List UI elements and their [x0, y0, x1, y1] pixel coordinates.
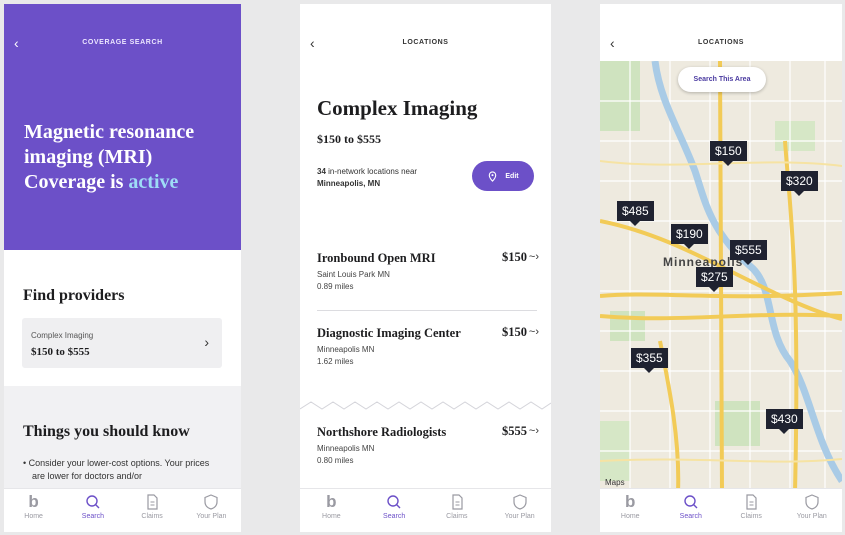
nav-title: COVERAGE SEARCH — [82, 39, 163, 46]
location-distance: 0.80 miles — [317, 456, 354, 465]
locations-map-screen: ‹ LOCATIONS Search This Area Minneapolis… — [600, 4, 842, 532]
map-price-pin[interactable]: $430 — [766, 409, 803, 434]
tab-label: Claims — [141, 513, 163, 520]
tab-home[interactable]: b Home — [9, 492, 59, 521]
map-price-pin[interactable]: $555 — [730, 240, 767, 265]
location-count-text: 34 in-network locations near Minneapolis… — [317, 166, 477, 190]
tab-claims[interactable]: Claims — [127, 493, 177, 520]
location-price: $555 — [502, 424, 527, 438]
find-providers-heading: Find providers — [23, 287, 125, 304]
map-price-pin[interactable]: $485 — [617, 201, 654, 226]
b-logo-icon: b — [28, 492, 39, 511]
chevron-right-icon: › — [204, 334, 209, 350]
tab-search[interactable]: Search — [666, 493, 716, 520]
tab-claims[interactable]: Claims — [432, 493, 482, 520]
search-icon — [86, 495, 100, 509]
tab-label: Search — [679, 513, 702, 520]
location-name: Diagnostic Imaging Center — [317, 326, 461, 340]
coverage-hero: ‹ COVERAGE SEARCH Magnetic resonance ima… — [4, 4, 241, 250]
location-price: $150 — [502, 325, 527, 339]
nav-title: LOCATIONS — [402, 39, 449, 46]
tab-label: Search — [383, 513, 406, 520]
chevron-right-icon: ~› — [528, 251, 539, 263]
price-range: $150 to $555 — [317, 132, 381, 146]
map-view[interactable]: Search This Area Minneapolis $150 $320 $… — [600, 61, 842, 492]
coverage-active-word: active — [128, 171, 179, 193]
things-to-know-text: • Consider your lower-cost options. Your… — [23, 458, 210, 481]
map-price-pin[interactable]: $320 — [781, 171, 818, 196]
things-to-know-section: Things you should know • Consider your l… — [4, 386, 241, 496]
coverage-status-title: Magnetic resonance imaging (MRI) Coverag… — [24, 120, 234, 195]
page-title: Complex Imaging — [317, 96, 478, 120]
tab-your-plan[interactable]: Your Plan — [787, 493, 837, 520]
card-price-range: $150 to $555 — [31, 346, 90, 358]
b-logo-icon: b — [326, 492, 337, 511]
tab-search[interactable]: Search — [68, 493, 118, 520]
location-row[interactable]: Ironbound Open MRI Saint Louis Park MN 0… — [317, 250, 539, 291]
things-to-know-heading: Things you should know — [23, 423, 190, 440]
tab-bar: b Home Search Claims Your Plan — [600, 488, 842, 532]
tab-your-plan[interactable]: Your Plan — [186, 493, 236, 520]
document-icon — [452, 494, 463, 510]
tab-label: Your Plan — [196, 513, 227, 520]
search-this-area-button[interactable]: Search This Area — [678, 67, 766, 92]
near-city: Minneapolis, MN — [317, 179, 381, 188]
shield-icon — [204, 494, 218, 510]
tab-claims[interactable]: Claims — [726, 493, 776, 520]
coverage-search-screen: ‹ COVERAGE SEARCH Magnetic resonance ima… — [4, 4, 241, 532]
tab-home[interactable]: b Home — [306, 492, 356, 521]
tab-home[interactable]: b Home — [605, 492, 655, 521]
location-price: $150 — [502, 250, 527, 264]
tab-label: Claims — [740, 513, 762, 520]
tab-bar: b Home Search Claims Your Plan — [4, 488, 241, 532]
map-price-pin[interactable]: $150 — [710, 141, 747, 166]
tab-label: Your Plan — [796, 513, 827, 520]
card-label: Complex Imaging — [31, 331, 94, 340]
shield-icon — [513, 494, 527, 510]
edit-label: Edit — [505, 172, 519, 180]
location-distance: 1.62 miles — [317, 357, 354, 366]
tab-search[interactable]: Search — [369, 493, 419, 520]
document-icon — [746, 494, 757, 510]
maps-attribution: Maps — [605, 478, 625, 487]
location-pin-icon — [489, 170, 497, 182]
locations-list-screen: ‹ LOCATIONS Complex Imaging $150 to $555… — [300, 4, 551, 532]
location-name: Ironbound Open MRI — [317, 251, 436, 265]
tab-label: Search — [81, 513, 104, 520]
chevron-right-icon: ~› — [528, 425, 539, 437]
b-logo-icon: b — [625, 492, 636, 511]
search-icon — [684, 495, 698, 509]
nav-title: LOCATIONS — [697, 39, 745, 46]
edit-location-button[interactable]: Edit — [472, 161, 534, 191]
location-distance: 0.89 miles — [317, 282, 354, 291]
location-city: Minneapolis MN — [317, 345, 375, 354]
maps-attribution-text: Maps — [605, 478, 625, 487]
tab-label: Home — [322, 513, 341, 520]
location-row[interactable]: Northshore Radiologists Minneapolis MN 0… — [317, 424, 539, 465]
tab-bar: b Home Search Claims Your Plan — [300, 488, 551, 532]
document-icon — [147, 494, 158, 510]
map-price-pin[interactable]: $355 — [631, 348, 668, 373]
list-break-divider — [300, 401, 551, 410]
tab-label: Claims — [446, 513, 468, 520]
shield-icon — [805, 494, 819, 510]
complex-imaging-card[interactable]: Complex Imaging $150 to $555 › — [22, 318, 222, 368]
location-city: Minneapolis MN — [317, 444, 375, 453]
map-price-pin[interactable]: $275 — [696, 267, 733, 292]
map-price-pin[interactable]: $190 — [671, 224, 708, 249]
tab-your-plan[interactable]: Your Plan — [495, 493, 545, 520]
location-count: 34 — [317, 167, 326, 176]
tab-label: Home — [620, 513, 640, 520]
location-name: Northshore Radiologists — [317, 425, 447, 439]
location-row[interactable]: Diagnostic Imaging Center Minneapolis MN… — [317, 325, 539, 366]
location-city: Saint Louis Park MN — [317, 270, 390, 279]
chevron-right-icon: ~› — [528, 326, 539, 338]
location-count-label: in-network locations near — [328, 167, 418, 176]
search-icon — [387, 495, 401, 509]
row-divider — [317, 310, 537, 311]
tab-label: Home — [24, 513, 43, 520]
tab-label: Your Plan — [504, 513, 535, 520]
